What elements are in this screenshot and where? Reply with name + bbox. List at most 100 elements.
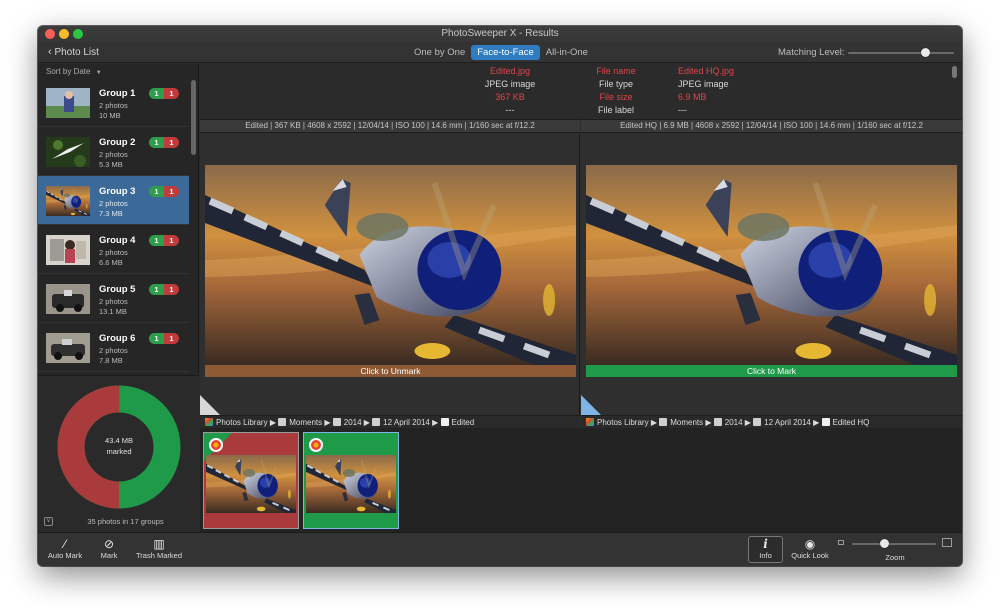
auto-mark-button[interactable]: ⁄ Auto Mark <box>46 537 84 560</box>
group-thumbnail <box>46 186 90 216</box>
marked-size-label: 43.4 MB marked <box>89 435 149 457</box>
eye-icon: ◉ <box>804 537 816 551</box>
marked-count-badge: 1 <box>164 137 179 148</box>
group-item-5[interactable]: Group 5 2 photos 13.1 MB 1 1 <box>38 274 189 323</box>
photos-library-icon <box>205 418 213 426</box>
window-title: PhotoSweeper X - Results <box>441 28 559 39</box>
mark-button[interactable]: Click to Mark <box>586 365 957 377</box>
path-segment[interactable]: Photos Library <box>216 418 268 427</box>
key-file-size: File size <box>599 92 633 102</box>
key-file-label: File label <box>597 105 635 115</box>
group-thumbnail <box>46 235 90 265</box>
path-segment[interactable]: 2014 <box>725 418 743 427</box>
toolbar: ‹ Photo List One by One Face-to-Face All… <box>38 42 962 63</box>
right-photo[interactable] <box>586 165 957 365</box>
key-file-type: File type <box>598 79 633 89</box>
group-name: Group 2 <box>99 137 136 148</box>
filmstrip-item-kept[interactable] <box>303 432 399 529</box>
group-name: Group 1 <box>99 88 136 99</box>
group-name: Group 6 <box>99 333 136 344</box>
matching-level-slider[interactable] <box>848 52 954 54</box>
group-item-6[interactable]: Group 6 2 photos 7.8 MB 1 1 <box>38 323 189 372</box>
minimize-window-button[interactable] <box>59 29 69 39</box>
marked-size-caption: marked <box>106 447 132 456</box>
marked-count-badge: 1 <box>164 186 179 197</box>
photo-count-summary: 35 photos in 17 groups <box>87 517 164 526</box>
group-name: Group 4 <box>99 235 136 246</box>
group-sidebar: Sort by Date ▼ Group 1 2 photos 10 MB 1 … <box>38 64 199 532</box>
right-file-name: Edited HQ.jpg <box>678 66 735 76</box>
path-segment[interactable]: Photos Library <box>597 418 649 427</box>
path-segment[interactable]: Edited HQ <box>833 418 870 427</box>
bottom-toolbar: ⁄ Auto Mark ⊘ Mark ▥ Trash Marked i Info… <box>38 532 962 566</box>
trash-marked-label: Trash Marked <box>136 551 182 560</box>
mark-toolbar-button[interactable]: ⊘ Mark <box>96 537 122 560</box>
marked-count-badge: 1 <box>164 333 179 344</box>
sidebar-scrollbar[interactable] <box>191 80 196 155</box>
marked-count-badge: 1 <box>164 284 179 295</box>
path-segment[interactable]: Edited <box>452 418 475 427</box>
right-photo-pane: Click to Mark <box>581 134 962 415</box>
matching-level-knob[interactable] <box>921 48 930 57</box>
group-size: 10 MB <box>99 111 121 120</box>
keep-count-badge: 1 <box>149 88 164 99</box>
auto-mark-label: Auto Mark <box>47 551 83 560</box>
right-file-label: --- <box>678 105 687 115</box>
path-segment[interactable]: Moments <box>670 418 703 427</box>
group-photo-count: 2 photos <box>99 199 128 208</box>
close-window-button[interactable] <box>45 29 55 39</box>
path-segment[interactable]: Moments <box>289 418 322 427</box>
info-icon: i <box>763 537 768 551</box>
group-thumbnail <box>46 88 90 118</box>
left-file-label: --- <box>505 105 515 115</box>
chevron-down-icon: ▼ <box>95 70 102 76</box>
group-item-2[interactable]: Group 2 2 photos 5.3 MB 1 1 <box>38 127 189 176</box>
path-separator: ▶ <box>363 418 370 427</box>
left-file-size: 367 KB <box>495 92 525 102</box>
info-button[interactable]: i Info <box>748 537 783 560</box>
group-item-3[interactable]: Group 3 2 photos 7.3 MB 1 1 <box>38 176 189 225</box>
group-size: 6.6 MB <box>99 258 123 267</box>
left-photo-pane: Click to Unmark <box>200 134 580 415</box>
zoom-slider[interactable] <box>852 543 936 545</box>
unmark-button[interactable]: Click to Unmark <box>205 365 576 377</box>
filmstrip-item-marked[interactable] <box>203 432 299 529</box>
folder-icon <box>372 418 381 426</box>
mark-label: Mark <box>100 551 118 560</box>
zoom-label: Zoom <box>885 553 905 562</box>
mode-all-in-one[interactable]: All-in-One <box>540 45 594 60</box>
group-item-4[interactable]: Group 4 2 photos 6.6 MB 1 1 <box>38 225 189 274</box>
group-name: Group 5 <box>99 284 136 295</box>
group-photo-count: 2 photos <box>99 101 128 110</box>
right-file-size: 6.9 MB <box>678 92 707 102</box>
path-segment[interactable]: 12 April 2014 <box>383 418 430 427</box>
keep-count-badge: 1 <box>149 186 164 197</box>
mode-one-by-one[interactable]: One by One <box>408 45 471 60</box>
group-photo-count: 2 photos <box>99 150 128 159</box>
path-separator: ▶ <box>705 418 712 427</box>
path-separator: ▶ <box>269 418 276 427</box>
left-photo-path: Photos Library ▶ Moments ▶ 2014 ▶ 12 Apr… <box>200 415 580 428</box>
back-button[interactable]: ‹ Photo List <box>48 45 99 60</box>
mode-face-to-face[interactable]: Face-to-Face <box>471 45 540 60</box>
trash-marked-button[interactable]: ▥ Trash Marked <box>134 537 184 560</box>
info-panel-scrollbar[interactable] <box>952 66 957 78</box>
matching-level-label: Matching Level: <box>778 47 845 58</box>
path-segment[interactable]: 2014 <box>344 418 362 427</box>
comparison-area: Edited.jpg JPEG image 367 KB --- File na… <box>200 64 962 532</box>
group-size: 13.1 MB <box>99 307 127 316</box>
chevron-left-icon: ‹ <box>48 46 52 58</box>
quick-look-button[interactable]: ◉ Quick Look <box>788 537 832 560</box>
group-item-1[interactable]: Group 1 2 photos 10 MB 1 1 <box>38 78 189 127</box>
marked-count-badge: 1 <box>164 235 179 246</box>
zoom-out-icon[interactable] <box>838 540 844 545</box>
zoom-in-icon[interactable] <box>942 538 952 547</box>
path-segment[interactable]: 12 April 2014 <box>764 418 811 427</box>
sort-menu[interactable]: Sort by Date ▼ <box>46 67 102 76</box>
zoom-slider-knob[interactable] <box>880 539 889 548</box>
left-photo[interactable] <box>205 165 576 365</box>
folder-icon <box>713 418 722 426</box>
group-filmstrip <box>200 428 962 532</box>
zoom-window-button[interactable] <box>73 29 83 39</box>
marked-count-badge: 1 <box>164 88 179 99</box>
